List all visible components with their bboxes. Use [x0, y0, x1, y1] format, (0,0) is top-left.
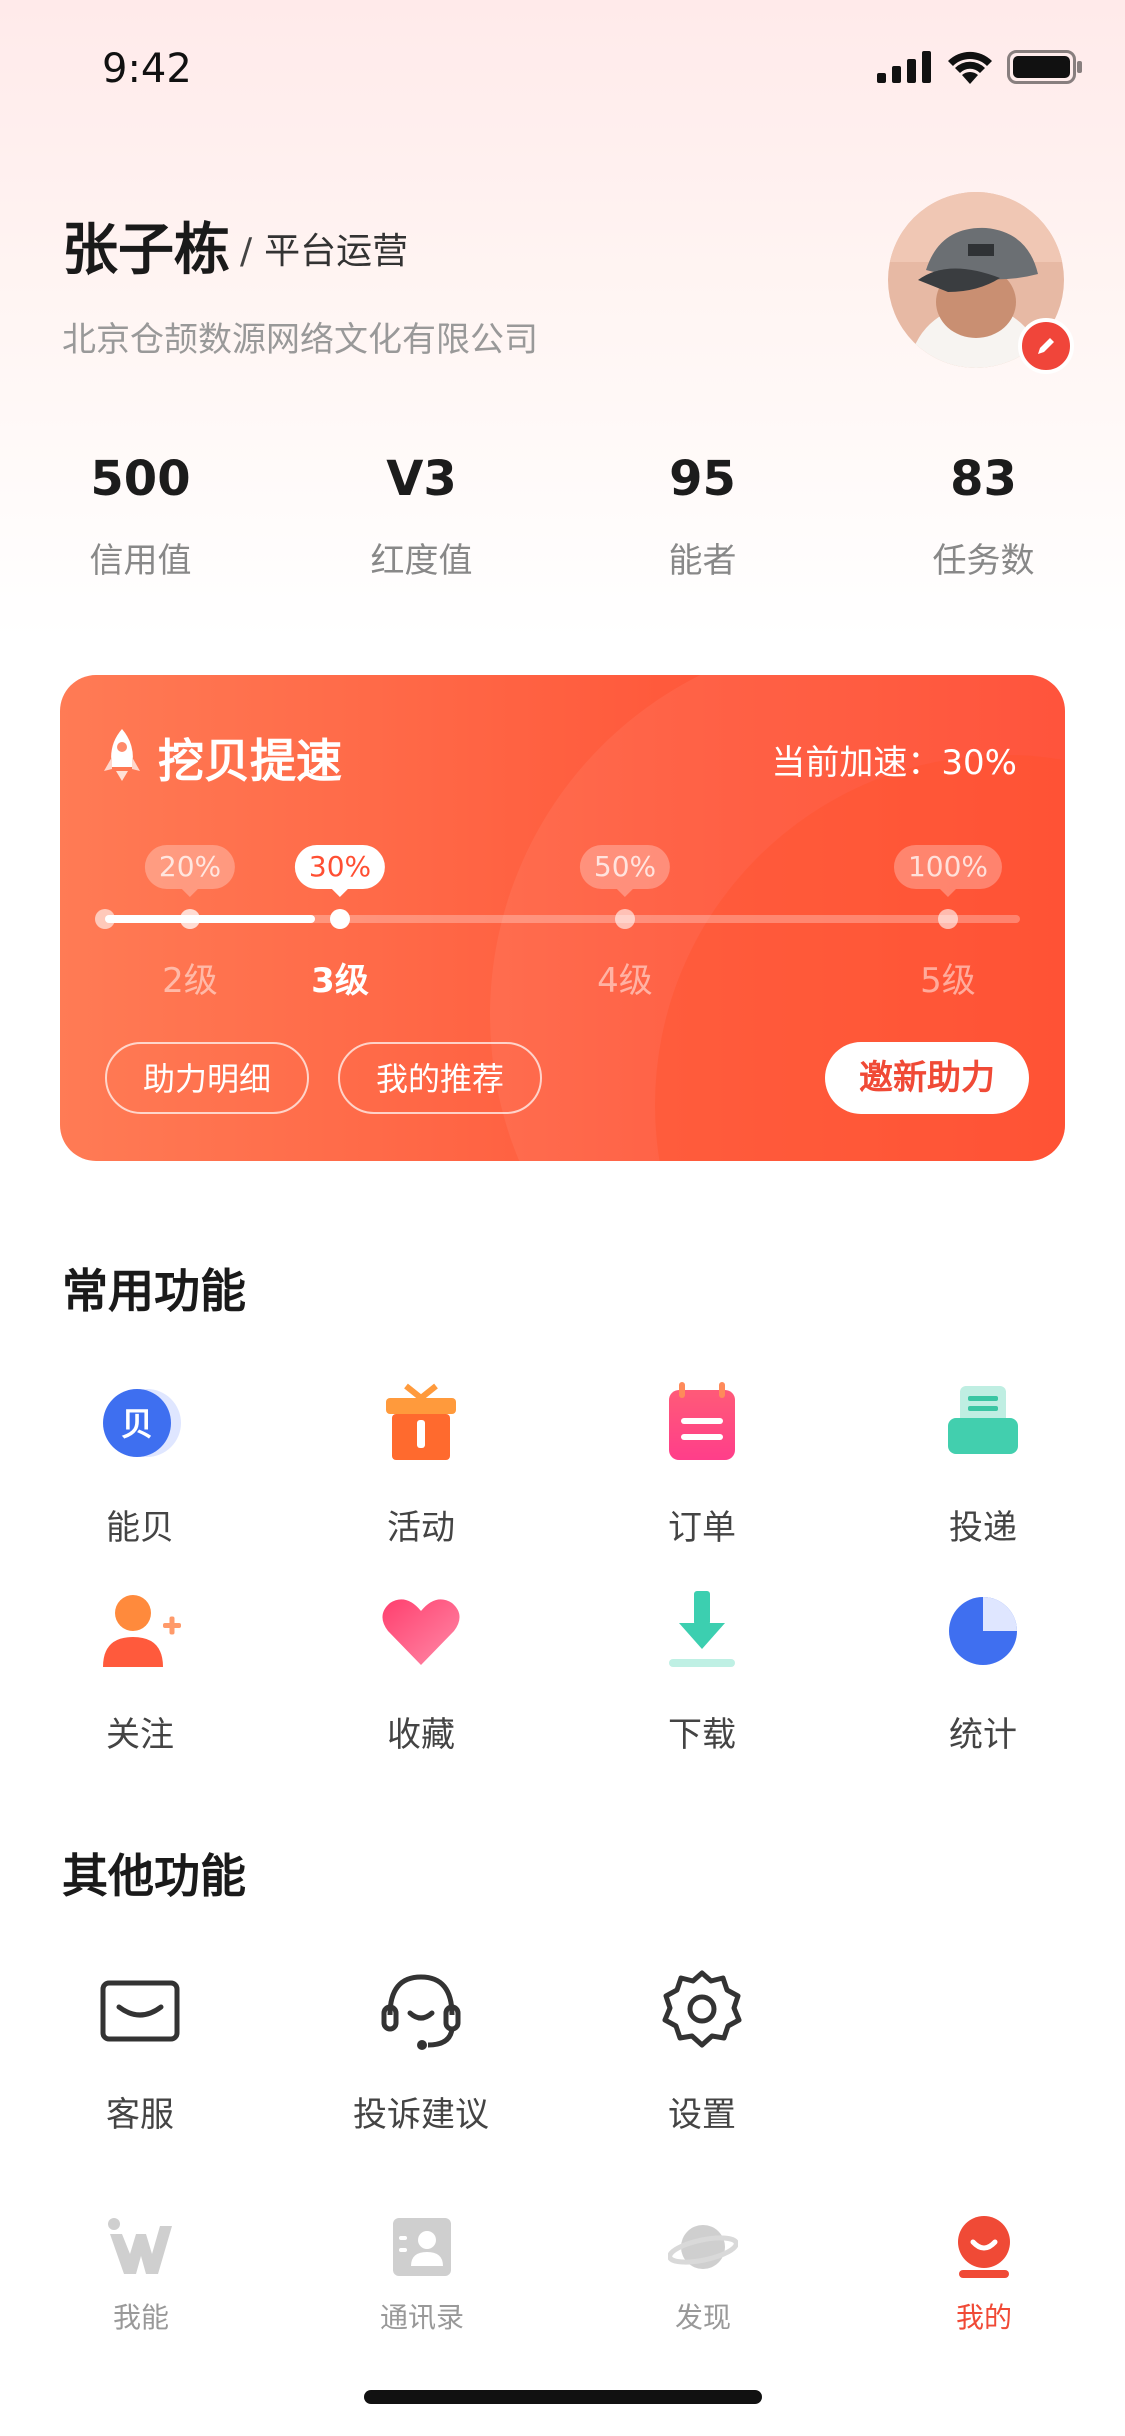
level-dot — [180, 909, 200, 929]
function-delivery[interactable]: 投递 — [873, 1378, 1093, 1549]
function-label: 下载 — [668, 1715, 736, 1755]
level-percent-active: 30% — [294, 845, 386, 897]
tab-discover[interactable]: 发现 — [603, 2212, 803, 2336]
function-label: 投递 — [949, 1508, 1017, 1548]
function-customer-service[interactable]: 客服 — [30, 1965, 250, 2136]
level-label: 2级 — [162, 961, 218, 1001]
edit-avatar-button[interactable] — [1018, 318, 1074, 374]
profile-icon — [958, 2216, 1010, 2278]
function-settings[interactable]: 设置 — [592, 1965, 812, 2136]
stat-label: 任务数 — [932, 541, 1035, 581]
status-icons — [877, 50, 1083, 84]
function-label: 活动 — [387, 1508, 455, 1548]
stat-redness[interactable]: V3 红度值 — [281, 455, 562, 582]
follow-icon — [103, 1595, 181, 1667]
stats-row: 500 信用值 V3 红度值 95 能者 83 任务数 — [0, 455, 1125, 582]
home-indicator[interactable] — [364, 2390, 762, 2404]
role-text: 平台运营 — [264, 231, 409, 272]
level-dot — [615, 909, 635, 929]
planet-icon — [667, 2225, 739, 2269]
function-label: 统计 — [949, 1715, 1017, 1755]
card-title: 挖贝提速 — [158, 734, 342, 788]
tab-label: 我能 — [112, 2301, 169, 2334]
role-separator: / — [240, 231, 253, 272]
coin-icon: 贝 — [103, 1389, 181, 1457]
progress-start-dot — [95, 909, 115, 929]
order-icon — [669, 1382, 735, 1460]
level-label: 5级 — [920, 961, 976, 1001]
tab-home[interactable]: 我能 — [41, 2212, 241, 2336]
function-favorite[interactable]: 收藏 — [311, 1585, 531, 1756]
current-speed: 当前加速：30% — [771, 743, 1017, 783]
pencil-icon — [1038, 338, 1054, 354]
function-coin[interactable]: 贝 能贝 — [30, 1378, 250, 1549]
delivery-icon — [948, 1386, 1018, 1454]
other-functions-title: 其他功能 — [62, 1849, 246, 1903]
user-name: 张子栋 — [62, 218, 230, 283]
invite-boost-button[interactable]: 邀新助力 — [825, 1042, 1029, 1114]
tab-contacts[interactable]: 通讯录 — [322, 2212, 522, 2336]
level-dot-active — [330, 909, 350, 929]
gear-icon — [662, 1970, 742, 2048]
headset-icon — [381, 1974, 461, 2050]
gift-icon — [386, 1383, 456, 1460]
pie-chart-icon — [949, 1597, 1017, 1665]
stat-value: 500 — [90, 451, 191, 507]
wifi-icon — [948, 51, 992, 84]
w-logo-icon — [108, 2218, 172, 2274]
function-statistics[interactable]: 统计 — [873, 1585, 1093, 1756]
function-label: 投诉建议 — [353, 2095, 489, 2135]
download-icon — [669, 1591, 735, 1667]
battery-icon — [1007, 50, 1082, 84]
level-dot — [938, 909, 958, 929]
tab-label: 发现 — [674, 2301, 731, 2334]
signal-icon — [877, 51, 931, 83]
stat-value: 83 — [950, 451, 1017, 507]
function-feedback[interactable]: 投诉建议 — [311, 1965, 531, 2136]
level-label-active: 3级 — [311, 961, 369, 1001]
tab-label: 我的 — [955, 2301, 1012, 2334]
status-time: 9:42 — [102, 46, 192, 92]
boost-detail-button[interactable]: 助力明细 — [105, 1042, 309, 1114]
stat-value: 95 — [669, 451, 736, 507]
mail-icon — [100, 1980, 180, 2042]
function-order[interactable]: 订单 — [592, 1378, 812, 1549]
function-label: 收藏 — [387, 1715, 455, 1755]
level-label: 4级 — [597, 961, 653, 1001]
function-activity[interactable]: 活动 — [311, 1378, 531, 1549]
function-label: 订单 — [668, 1508, 736, 1548]
speed-card: 挖贝提速 当前加速：30% 20% 30% 50% 100% 2级 3级 4级 … — [60, 675, 1065, 1161]
heart-icon — [382, 1599, 460, 1665]
stat-value: V3 — [386, 451, 457, 507]
my-recommend-button[interactable]: 我的推荐 — [338, 1042, 542, 1114]
svg-text:贝: 贝 — [121, 1405, 153, 1443]
level-percent: 20% — [144, 845, 236, 897]
company-name: 北京仓颉数源网络文化有限公司 — [62, 320, 538, 360]
stat-talent[interactable]: 95 能者 — [562, 455, 843, 582]
contacts-icon — [393, 2218, 451, 2276]
function-follow[interactable]: 关注 — [30, 1585, 250, 1756]
user-role: / 平台运营 — [240, 222, 408, 274]
level-percent: 100% — [893, 845, 1003, 897]
stat-credit[interactable]: 500 信用值 — [0, 455, 281, 582]
level-percent: 50% — [579, 845, 671, 897]
function-label: 能贝 — [106, 1508, 174, 1548]
function-download[interactable]: 下载 — [592, 1585, 812, 1756]
stat-tasks[interactable]: 83 任务数 — [843, 455, 1124, 582]
common-functions-title: 常用功能 — [62, 1264, 246, 1318]
stat-label: 能者 — [668, 541, 737, 581]
stat-label: 红度值 — [370, 541, 473, 581]
progress-fill — [105, 915, 315, 923]
stat-label: 信用值 — [89, 541, 192, 581]
function-label: 客服 — [106, 2095, 174, 2135]
function-label: 设置 — [668, 2095, 736, 2135]
rocket-icon — [104, 729, 140, 781]
tab-mine[interactable]: 我的 — [884, 2212, 1084, 2336]
function-label: 关注 — [106, 1715, 174, 1755]
tab-label: 通讯录 — [379, 2301, 464, 2334]
